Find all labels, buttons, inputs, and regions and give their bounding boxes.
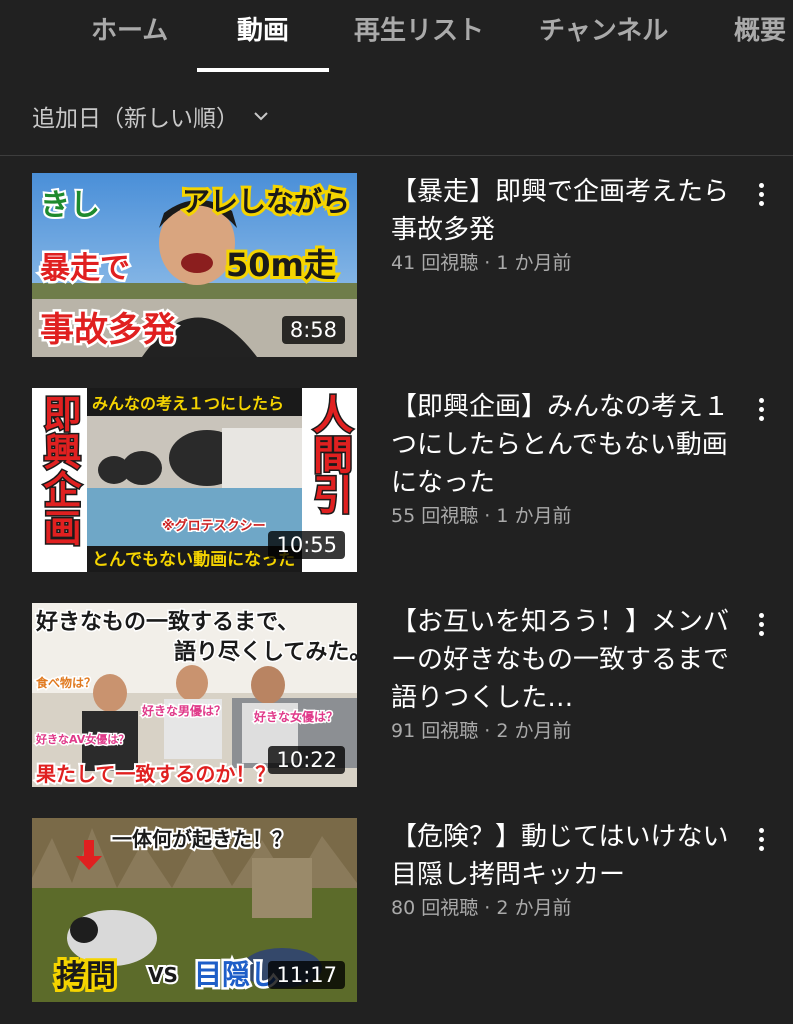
video-meta: 80 回視聴 · 2 か月前 xyxy=(391,897,572,919)
sort-label: 追加日（新しい順） xyxy=(32,106,239,132)
thumb-text: 一体何が起きた！？ xyxy=(112,827,292,851)
video-duration: 10:55 xyxy=(268,531,345,559)
video-title[interactable]: 【即興企画】みんなの考え１つにしたらとんでもない動画になった xyxy=(391,388,736,502)
thumb-text: 果たして一致するのか！？ xyxy=(36,762,275,786)
tab-playlists[interactable]: 再生リスト xyxy=(354,10,484,47)
sort-dropdown[interactable]: 追加日（新しい順） xyxy=(32,98,271,134)
thumb-text: ※グロテスクシー xyxy=(162,518,266,534)
thumb-text: 好きなもの一致するまで、 xyxy=(35,609,299,635)
thumb-text: 食べ物は？ xyxy=(35,675,96,690)
video-thumbnail[interactable]: 一体何が起きた！？ 拷問 VS 目隠し 11:17 xyxy=(32,818,357,1002)
video-info[interactable]: 【お互いを知ろう！】メンバーの好きなもの一致するまで語りつくした… 91 回視聴… xyxy=(391,603,736,745)
video-item[interactable]: 一体何が起きた！？ 拷問 VS 目隠し 11:17 【危険？】動じてはいけない目… xyxy=(32,818,793,1018)
thumb-text: とんでもない動画になった xyxy=(92,549,295,570)
more-options-icon[interactable] xyxy=(749,179,773,213)
tab-home[interactable]: ホーム xyxy=(91,10,168,47)
video-meta: 91 回視聴 · 2 か月前 xyxy=(391,720,572,742)
tab-videos[interactable]: 動画 xyxy=(237,10,289,47)
video-duration: 11:17 xyxy=(268,961,345,989)
thumb-text: 暴走で xyxy=(40,251,130,286)
tab-about[interactable]: 概要 xyxy=(734,10,786,47)
video-title[interactable]: 【暴走】即興で企画考えたら事故多発 xyxy=(391,173,736,249)
thumb-text: 拷問 xyxy=(56,959,116,994)
thumb-text: 人間引 xyxy=(306,394,353,514)
thumb-text: 好きなAV女優は？ xyxy=(35,732,129,746)
video-info[interactable]: 【即興企画】みんなの考え１つにしたらとんでもない動画になった 55 回視聴 · … xyxy=(391,388,736,530)
more-options-icon[interactable] xyxy=(749,609,773,643)
chevron-down-icon xyxy=(254,112,268,121)
video-duration: 8:58 xyxy=(281,316,345,344)
tab-channels[interactable]: チャンネル xyxy=(539,10,668,47)
thumb-text: みんなの考え１つにしたら xyxy=(92,394,284,413)
thumb-text: アレしながら xyxy=(182,185,350,218)
thumb-text: 好きな男優は？ xyxy=(141,703,226,718)
thumb-text: 好きな女優は？ xyxy=(253,709,338,724)
divider xyxy=(0,155,793,156)
thumb-text: 語り尽くしてみた。 xyxy=(174,639,357,665)
video-title[interactable]: 【お互いを知ろう！】メンバーの好きなもの一致するまで語りつくした… xyxy=(391,603,736,717)
active-tab-indicator xyxy=(197,68,329,72)
video-thumbnail[interactable]: 即興企画 みんなの考え１つにしたら 人間引 ※グロテスクシー とんでもない動画に… xyxy=(32,388,357,572)
video-meta: 41 回視聴 · 1 か月前 xyxy=(391,252,572,274)
video-info[interactable]: 【暴走】即興で企画考えたら事故多発 41 回視聴 · 1 か月前 xyxy=(391,173,736,277)
video-title[interactable]: 【危険？】動じてはいけない目隠し拷問キッカー xyxy=(391,818,736,894)
more-options-icon[interactable] xyxy=(749,394,773,428)
video-info[interactable]: 【危険？】動じてはいけない目隠し拷問キッカー 80 回視聴 · 2 か月前 xyxy=(391,818,736,922)
video-duration: 10:22 xyxy=(268,746,345,774)
thumb-text: 50m走 xyxy=(226,246,336,284)
thumb-text: 事故多発 xyxy=(40,310,177,350)
more-options-icon[interactable] xyxy=(749,824,773,858)
video-thumbnail[interactable]: 好きなもの一致するまで、 語り尽くしてみた。 食べ物は？ 好きな男優は？ 好きな… xyxy=(32,603,357,787)
video-meta: 55 回視聴 · 1 か月前 xyxy=(391,505,572,527)
thumb-text: 即興企画 xyxy=(37,394,81,546)
video-thumbnail[interactable]: きし アレしながら 暴走で 50m走 事故多発 8:58 xyxy=(32,173,357,357)
video-item[interactable]: きし アレしながら 暴走で 50m走 事故多発 8:58 【暴走】即興で企画考え… xyxy=(32,173,793,373)
thumb-text: 目隠し xyxy=(194,958,278,991)
video-item[interactable]: 好きなもの一致するまで、 語り尽くしてみた。 食べ物は？ 好きな男優は？ 好きな… xyxy=(32,603,793,803)
channel-tabs: ホーム 動画 再生リスト チャンネル 概要 xyxy=(0,0,793,72)
thumb-text: VS xyxy=(148,963,178,987)
thumb-text: きし xyxy=(40,188,100,223)
video-item[interactable]: 即興企画 みんなの考え１つにしたら 人間引 ※グロテスクシー とんでもない動画に… xyxy=(32,388,793,588)
